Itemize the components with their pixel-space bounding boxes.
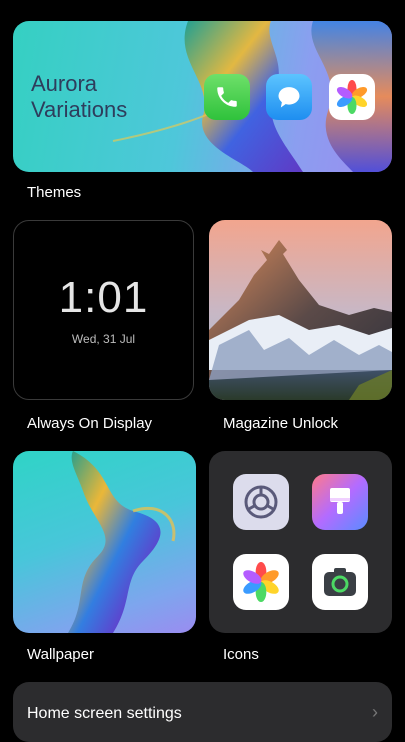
phone-icon [204,74,250,120]
always-on-display-card[interactable]: 1:01 Wed, 31 Jul [13,220,194,400]
wallpaper-card[interactable] [13,451,196,633]
settings-icon [233,474,289,530]
wallpaper-label[interactable]: Wallpaper [27,646,94,663]
magazine-unlock-card[interactable] [209,220,392,400]
theme-name-line2: Variations [31,97,128,122]
home-screen-settings-row[interactable]: Home screen settings › [13,682,392,742]
magazine-unlock-label[interactable]: Magazine Unlock [223,415,338,432]
themes-label[interactable]: Themes [27,184,81,201]
theme-name: Aurora Variations [31,71,127,123]
themes-card[interactable]: Aurora Variations [13,21,392,172]
photos-icon [233,554,289,610]
theme-name-line1: Aurora [31,71,98,96]
always-on-display-label[interactable]: Always On Display [27,415,152,432]
photos-icon [329,74,375,120]
aod-clock-time: 1:01 [58,273,149,322]
camera-icon [312,554,368,610]
messages-icon [266,74,312,120]
aod-clock-date: Wed, 31 Jul [71,332,136,346]
wallpaper-swirl-art [68,451,176,633]
icons-label[interactable]: Icons [223,646,259,663]
home-screen-settings-label: Home screen settings [27,705,182,722]
mountain-image [209,220,392,400]
icons-card[interactable] [209,451,392,633]
themes-brush-icon [312,474,368,530]
